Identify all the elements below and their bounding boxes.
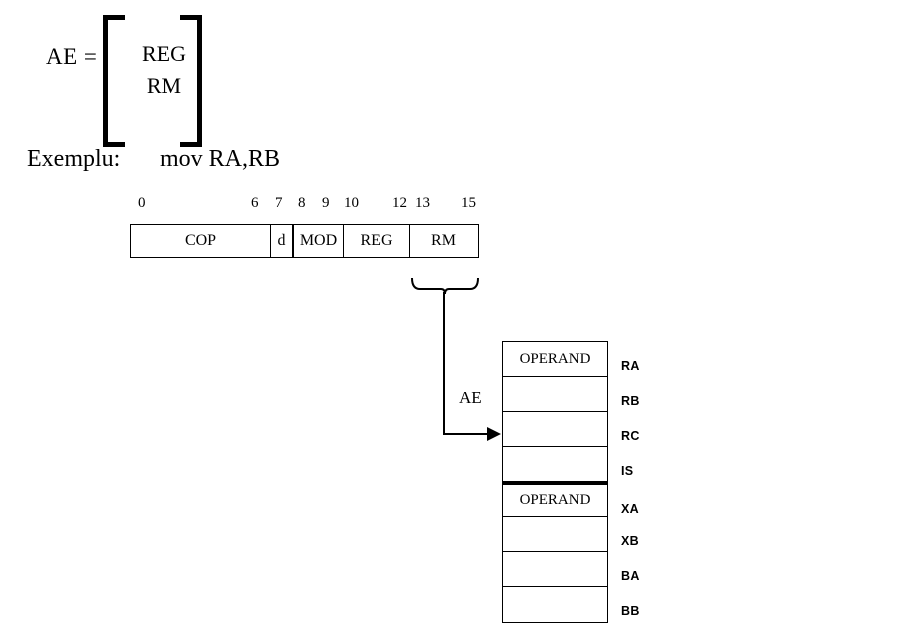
register-row-xa: OPERAND XA bbox=[503, 482, 639, 517]
example-label: Exemplu: bbox=[27, 146, 121, 172]
diagram-canvas: AE = REG RM Exemplu: mov RA,RB 0 6 7 8 9 10 12… bbox=[0, 0, 897, 632]
register-label-xb: XB bbox=[621, 534, 639, 548]
matrix-row-reg: REG bbox=[142, 41, 186, 66]
register-row-is: IS bbox=[503, 447, 633, 482]
bit-tick-12: 12 bbox=[392, 195, 407, 211]
matrix-rows: REG RM bbox=[128, 38, 200, 102]
bit-tick-6: 6 bbox=[251, 195, 259, 211]
connector-arrowhead-icon bbox=[487, 427, 501, 441]
register-cell-content: OPERAND bbox=[519, 350, 591, 367]
register-label-rc: RC bbox=[621, 429, 640, 443]
bit-tick-10: 10 bbox=[344, 195, 359, 211]
bit-tick-0: 0 bbox=[138, 195, 146, 211]
example-instruction: mov RA,RB bbox=[160, 146, 281, 172]
register-label-xa: XA bbox=[621, 502, 639, 516]
register-row-ra: OPERAND RA bbox=[503, 342, 639, 377]
register-label-ba: BA bbox=[621, 569, 640, 583]
instruction-format-table: COP d MOD REG RM bbox=[130, 224, 479, 258]
connector-line-vertical bbox=[443, 292, 445, 434]
bit-tick-15: 15 bbox=[461, 195, 476, 211]
connector-ae-label: AE bbox=[459, 388, 482, 407]
register-row-xb: XB bbox=[503, 517, 639, 552]
instr-field-rm: RM bbox=[431, 232, 456, 249]
bit-tick-13: 13 bbox=[415, 195, 430, 211]
connector-line-horizontal bbox=[443, 433, 489, 435]
instr-field-d: d bbox=[271, 225, 294, 257]
register-row-rc: RC bbox=[503, 412, 639, 447]
instr-field-reg: REG bbox=[344, 225, 410, 257]
bit-tick-9: 9 bbox=[322, 195, 330, 211]
instr-field-mod: MOD bbox=[294, 225, 344, 257]
register-row-rb: RB bbox=[503, 377, 639, 412]
register-row-bb: BB bbox=[503, 587, 639, 622]
register-label-ra: RA bbox=[621, 359, 640, 373]
register-cell-content: OPERAND bbox=[519, 492, 591, 508]
register-label-is: IS bbox=[621, 464, 634, 478]
ae-equals-label: AE = bbox=[46, 44, 98, 69]
register-row-ba: BA bbox=[503, 552, 639, 587]
matrix-bracket-left-icon bbox=[103, 15, 125, 147]
matrix-row-rm: RM bbox=[146, 73, 182, 98]
instr-field-cop: COP bbox=[131, 225, 271, 257]
register-file-table: OPERAND RA RB RC IS OPERAND XA XB BA BB bbox=[502, 341, 639, 623]
rm-field-brace-icon bbox=[410, 277, 480, 300]
bit-tick-8: 8 bbox=[298, 195, 306, 211]
register-label-rb: RB bbox=[621, 394, 640, 408]
bit-tick-7: 7 bbox=[275, 195, 283, 211]
register-label-bb: BB bbox=[621, 604, 640, 618]
